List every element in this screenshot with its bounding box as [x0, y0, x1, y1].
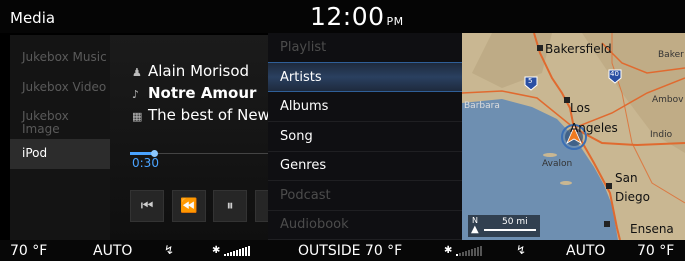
- clock-time: 12:00: [310, 2, 385, 31]
- artist-name: Alain Morisod: [148, 62, 250, 80]
- person-icon: ♟: [132, 66, 142, 79]
- album-name: The best of Newa: [148, 106, 270, 124]
- rewind-icon: ⏪: [180, 198, 198, 214]
- right-airflow-icon[interactable]: ↯: [516, 243, 526, 257]
- map-label-ensenada: Ensena: [630, 222, 674, 236]
- album-row: ▦ The best of Newa: [132, 106, 270, 124]
- left-airflow-icon[interactable]: ↯: [164, 243, 174, 257]
- source-list: Jukebox Music Jukebox Video Jukebox Imag…: [10, 35, 110, 240]
- menu-item-genres[interactable]: Genres: [268, 151, 462, 181]
- right-fan-icon: ✱: [444, 245, 453, 256]
- source-jukebox-image[interactable]: Jukebox Image: [10, 110, 110, 136]
- browse-menu: Playlist Artists Albums Song Genres Podc…: [268, 33, 462, 240]
- outside-temperature: OUTSIDE 70 °F: [298, 243, 403, 259]
- map-scale: N ▲ 50 mi: [468, 215, 540, 237]
- title-row: ♪ Notre Amour: [132, 84, 256, 102]
- rewind-button[interactable]: ⏪: [172, 190, 206, 222]
- map-label-angeles: Angeles: [570, 121, 618, 135]
- right-auto-mode[interactable]: AUTO: [566, 243, 605, 259]
- menu-item-podcast[interactable]: Podcast: [268, 181, 462, 211]
- map-label-baker: Baker: [658, 50, 684, 60]
- left-fan-icon: ✱: [212, 245, 221, 256]
- now-playing-panel: ♟ Alain Morisod ♪ Notre Amour ▦ The best of…: [110, 35, 270, 240]
- music-note-icon: ♪: [132, 88, 140, 101]
- menu-item-audiobook[interactable]: Audiobook: [268, 210, 462, 240]
- scale-bar: [484, 229, 536, 231]
- clock: 12:00 PM: [310, 2, 404, 31]
- climate-bar: 70 °F AUTO ↯ ✱ OUTSIDE 70 °F ✱ ↯ AUTO 70…: [0, 240, 685, 261]
- left-temperature[interactable]: 70 °F: [10, 243, 47, 259]
- map-label-indio: Indio: [650, 130, 673, 140]
- status-bar: Media 12:00 PM: [0, 0, 685, 33]
- track-title: Notre Amour: [148, 84, 257, 102]
- right-temperature[interactable]: 70 °F: [637, 243, 674, 259]
- highway-5-icon: 5: [528, 77, 533, 85]
- north-arrow-icon: ▲: [471, 224, 479, 235]
- right-fan-speed[interactable]: [456, 246, 482, 256]
- left-fan-speed[interactable]: [224, 246, 250, 256]
- menu-item-artists[interactable]: Artists: [268, 62, 462, 92]
- menu-item-playlist[interactable]: Playlist: [268, 33, 462, 63]
- map-label-san: San: [615, 171, 638, 185]
- source-jukebox-video[interactable]: Jukebox Video: [10, 81, 110, 94]
- skip-previous-button[interactable]: ⏮: [130, 190, 164, 222]
- menu-item-albums[interactable]: Albums: [268, 92, 462, 122]
- scale-text: 50 mi: [502, 217, 528, 227]
- source-ipod[interactable]: iPod: [10, 139, 110, 169]
- skip-previous-icon: ⏮: [140, 198, 154, 214]
- map-label-diego: Diego: [615, 190, 650, 204]
- highway-40-icon: 40: [610, 70, 619, 78]
- map-label-avalon: Avalon: [542, 159, 573, 169]
- menu-item-song[interactable]: Song: [268, 122, 462, 152]
- album-icon: ▦: [132, 110, 143, 123]
- map-label-bakersfield: Bakersfield: [545, 42, 612, 56]
- artist-row: ♟ Alain Morisod: [132, 62, 249, 80]
- navigation-map[interactable]: Bakersfield Baker Los Angeles San Diego …: [462, 33, 685, 240]
- screen-title: Media: [10, 9, 56, 27]
- map-label-los: Los: [570, 101, 591, 115]
- pause-button[interactable]: ⏸: [213, 190, 247, 222]
- pause-icon: ⏸: [226, 198, 234, 214]
- elapsed-time: 0:30: [132, 156, 159, 170]
- clock-ampm: PM: [386, 15, 404, 28]
- map-label-amboy: Ambov: [652, 95, 684, 105]
- map-label-barbara: Barbara: [464, 101, 500, 111]
- source-jukebox-music[interactable]: Jukebox Music: [10, 51, 110, 64]
- left-auto-mode[interactable]: AUTO: [93, 243, 132, 259]
